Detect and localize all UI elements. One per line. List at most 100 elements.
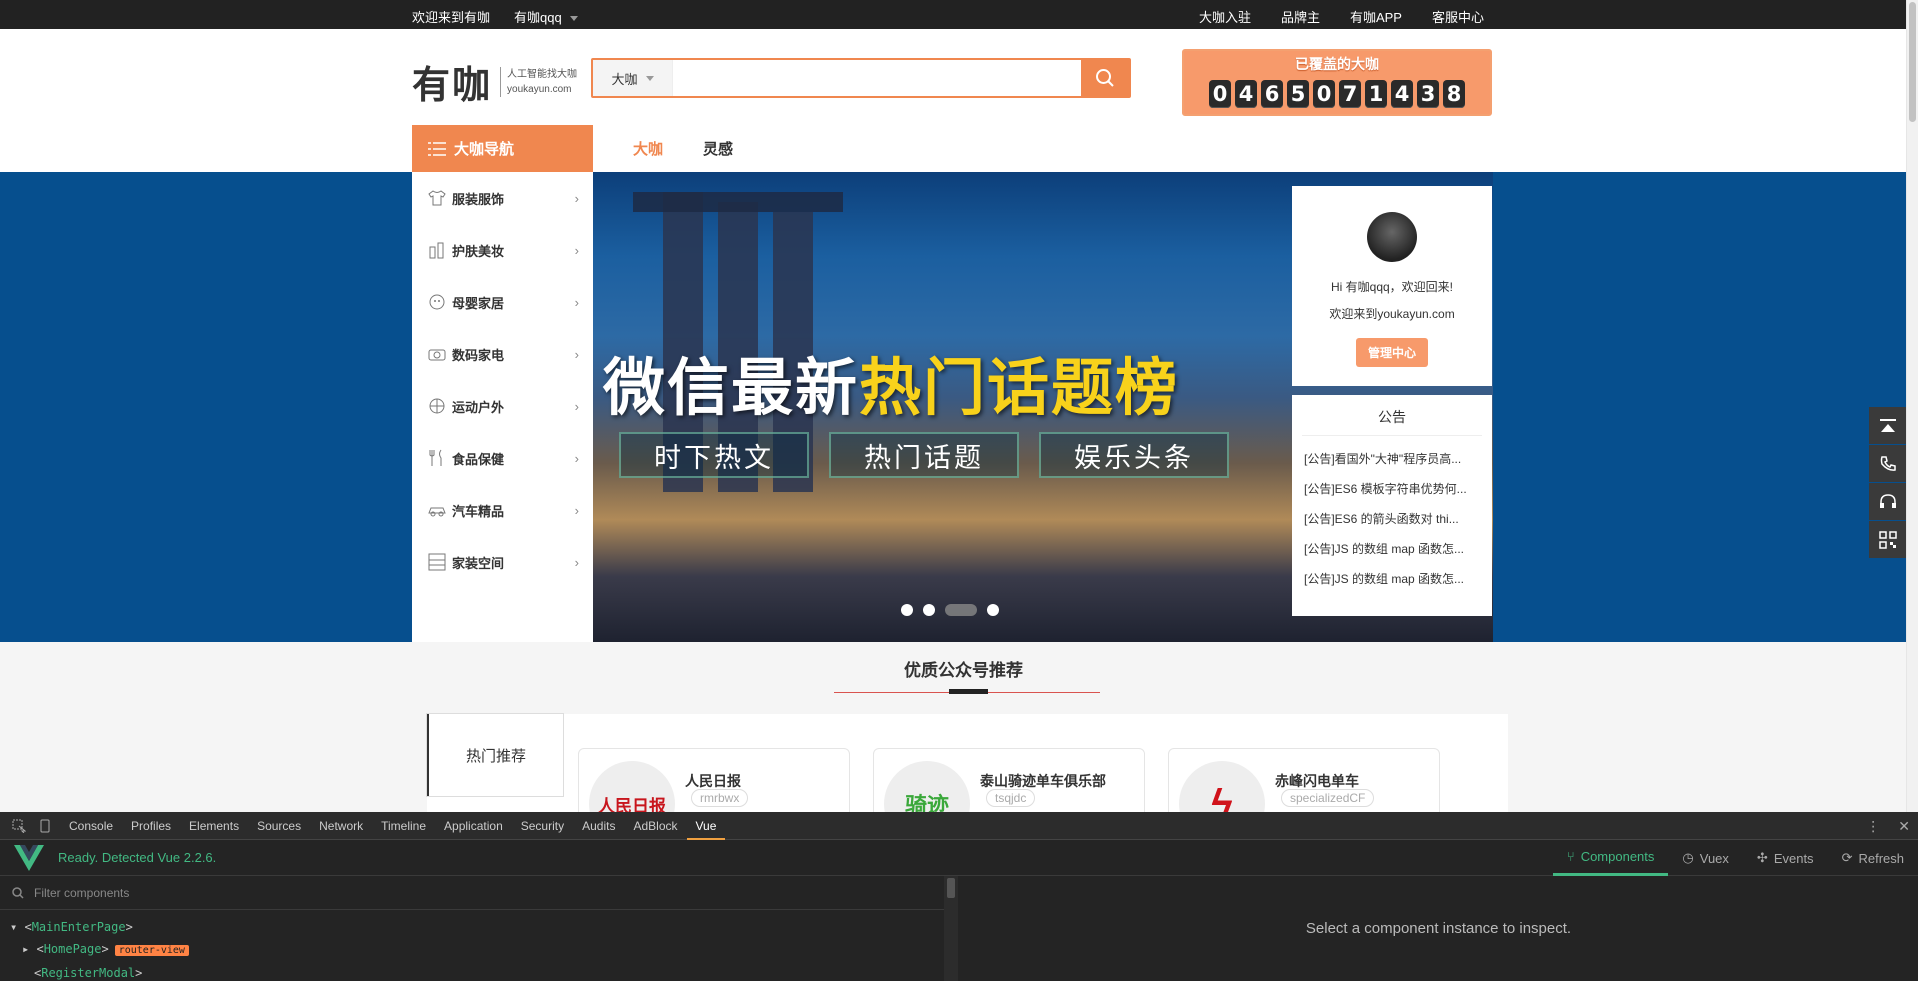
search-category-label[interactable]: 大咖 <box>611 69 637 88</box>
vue-tab-vuex[interactable]: ◷ Vuex <box>1668 840 1743 876</box>
devtools-tab[interactable]: Application <box>435 812 512 840</box>
carousel-dot[interactable] <box>923 604 935 616</box>
manage-center-button[interactable]: 管理中心 <box>1355 338 1428 367</box>
devtools-tab-vue[interactable]: Vue <box>686 812 726 840</box>
search-input[interactable] <box>673 60 1081 96</box>
devtools-tab[interactable]: Console <box>60 812 122 840</box>
devtools-tab[interactable]: Elements <box>180 812 248 840</box>
devtools-tab[interactable]: Timeline <box>372 812 435 840</box>
scrollbar-thumb[interactable] <box>1909 2 1916 122</box>
notice-item[interactable]: [公告]JS 的数组 map 函数怎... <box>1292 564 1492 594</box>
qrcode-button[interactable] <box>1869 521 1906 558</box>
vue-tab-label[interactable]: Refresh <box>1858 851 1904 866</box>
tab-linggan[interactable]: 灵感 <box>703 138 733 159</box>
category-label[interactable]: 汽车精品 <box>452 501 504 520</box>
tab-daka[interactable]: 大咖 <box>633 138 663 159</box>
phone-button[interactable] <box>1869 445 1906 482</box>
category-nav-label[interactable]: 大咖导航 <box>454 138 514 159</box>
recommend-panel: 热门推荐 人民日报 人民日报 rmrbwx 骑迹 泰山骑迹单车俱乐部 tsqjd… <box>427 714 1508 847</box>
vue-tab-components[interactable]: ⑂ Components <box>1552 840 1669 876</box>
vue-tab-events[interactable]: ✣ Events <box>1743 840 1828 876</box>
notice-item[interactable]: [公告]JS 的数组 map 函数怎... <box>1292 534 1492 564</box>
search-category-select[interactable]: 大咖 <box>593 60 673 96</box>
category-item[interactable]: 服装服饰 › <box>412 172 593 224</box>
category-item[interactable]: 运动户外 › <box>412 380 593 432</box>
banner-pill[interactable]: 时下热文 <box>619 432 809 478</box>
component-name[interactable]: RegisterModal <box>41 966 135 980</box>
coverage-counter: 已覆盖的大咖 0 4 6 5 0 7 1 4 3 8 <box>1182 49 1492 116</box>
inspect-icon[interactable] <box>8 815 30 837</box>
tree-node[interactable]: <RegisterModal> <box>10 962 957 981</box>
account-name[interactable]: 人民日报 <box>685 771 741 791</box>
notice-item[interactable]: [公告]ES6 模板字符串优势何... <box>1292 474 1492 504</box>
devtools-tab[interactable]: Network <box>310 812 372 840</box>
category-label[interactable]: 护肤美妆 <box>452 241 504 260</box>
vue-tab-refresh[interactable]: ⟳ Refresh <box>1828 840 1918 876</box>
search-button[interactable] <box>1081 60 1129 96</box>
close-icon[interactable]: ✕ <box>1898 818 1910 835</box>
category-label[interactable]: 服装服饰 <box>452 189 504 208</box>
logo[interactable]: 有咖 人工智能找大咖 youkayun.com <box>412 54 577 109</box>
notice-item[interactable]: [公告]看国外"大神"程序员高... <box>1292 444 1492 474</box>
category-label[interactable]: 运动户外 <box>452 397 504 416</box>
banner-pill[interactable]: 娱乐头条 <box>1039 432 1229 478</box>
category-label[interactable]: 家装空间 <box>452 553 504 572</box>
component-name[interactable]: MainEnterPage <box>32 920 126 934</box>
category-item[interactable]: 汽车精品 › <box>412 484 593 536</box>
tree-node[interactable]: ▾ <MainEnterPage> <box>10 916 957 938</box>
devtools-tabs: Console Profiles Elements Sources Networ… <box>0 812 1918 840</box>
avatar[interactable] <box>1367 212 1417 262</box>
category-item[interactable]: 母婴家居 › <box>412 276 593 328</box>
devtools-tab[interactable]: Profiles <box>122 812 180 840</box>
support-button[interactable] <box>1869 483 1906 520</box>
scrollbar-thumb[interactable] <box>947 878 955 898</box>
carousel-dot[interactable] <box>901 604 913 616</box>
devtools-tab[interactable]: Security <box>512 812 573 840</box>
filter-bar: Filter components <box>0 876 957 910</box>
page-scrollbar[interactable] <box>1906 0 1918 812</box>
search-icon <box>12 886 24 899</box>
component-name[interactable]: HomePage <box>44 942 102 956</box>
back-to-top-button[interactable] <box>1869 407 1906 444</box>
category-nav-button[interactable]: 大咖导航 <box>412 125 593 172</box>
carousel-dot-active[interactable] <box>945 604 977 616</box>
expand-arrow-icon[interactable]: ▾ <box>10 920 24 934</box>
category-item[interactable]: 数码家电 › <box>412 328 593 380</box>
category-item[interactable]: 食品保健 › <box>412 432 593 484</box>
vue-tab-label[interactable]: Vuex <box>1700 851 1729 866</box>
collapse-arrow-icon[interactable]: ▸ <box>22 942 36 956</box>
more-options-icon[interactable]: ⋮ <box>1866 818 1880 835</box>
ball-icon <box>428 397 446 415</box>
counter-digit: 0 <box>1209 80 1231 108</box>
devtools-tab[interactable]: Sources <box>248 812 310 840</box>
category-label[interactable]: 食品保健 <box>452 449 504 468</box>
link-join[interactable]: 大咖入驻 <box>1199 7 1251 26</box>
tab-hot-recommend[interactable]: 热门推荐 <box>427 714 564 796</box>
category-label[interactable]: 数码家电 <box>452 345 504 364</box>
cosmetics-icon <box>428 241 446 259</box>
devtools-tab[interactable]: AdBlock <box>624 812 686 840</box>
account-name[interactable]: 赤峰闪电单车 <box>1275 771 1359 791</box>
category-item[interactable]: 家装空间 › <box>412 536 593 588</box>
device-toggle-icon[interactable] <box>34 815 56 837</box>
carousel-dot[interactable] <box>987 604 999 616</box>
devtools-tab[interactable]: Audits <box>573 812 624 840</box>
tree-node[interactable]: ▸ <HomePage> router-view <box>10 938 957 962</box>
category-label[interactable]: 母婴家居 <box>452 293 504 312</box>
recommend-section: 优质公众号推荐 热门推荐 人民日报 人民日报 rmrbwx 骑迹 泰山骑迹单车俱… <box>0 642 1906 847</box>
account-name[interactable]: 泰山骑迹单车俱乐部 <box>980 771 1106 791</box>
link-app[interactable]: 有咖APP <box>1350 7 1402 26</box>
banner-pill[interactable]: 热门话题 <box>829 432 1019 478</box>
notice-item[interactable]: [公告]ES6 的箭头函数对 thi... <box>1292 504 1492 534</box>
tree-scrollbar[interactable] <box>944 876 958 981</box>
link-service[interactable]: 客服中心 <box>1432 7 1484 26</box>
username[interactable]: 有咖qqq <box>514 10 562 25</box>
user-menu[interactable]: 有咖qqq <box>514 7 578 26</box>
vue-tab-label[interactable]: Events <box>1774 851 1814 866</box>
link-brand[interactable]: 品牌主 <box>1281 7 1320 26</box>
filter-components-input[interactable]: Filter components <box>34 886 129 900</box>
category-item[interactable]: 护肤美妆 › <box>412 224 593 276</box>
vue-tab-label[interactable]: Components <box>1581 849 1655 864</box>
logo-text[interactable]: 有咖 <box>412 54 492 109</box>
user-welcome: 欢迎来到youkayun.com <box>1329 307 1455 321</box>
